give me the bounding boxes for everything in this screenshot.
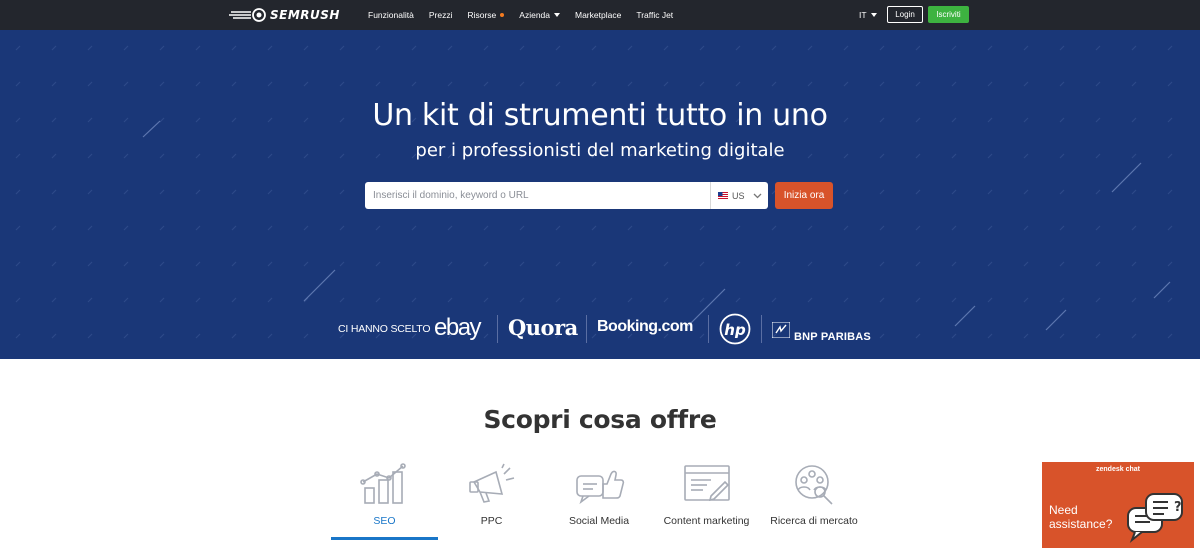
- language-selector[interactable]: IT: [859, 0, 877, 30]
- market-research-icon: [795, 465, 833, 505]
- logo-divider: [708, 315, 709, 343]
- booking-logo: Booking.com: [597, 318, 693, 335]
- chevron-down-icon: [753, 193, 761, 198]
- hp-logo-text: hp: [724, 321, 746, 339]
- active-tab-underline: [331, 537, 438, 540]
- login-button[interactable]: Login: [887, 6, 923, 23]
- hero-section: Un kit di strumenti tutto in uno per i p…: [0, 30, 1200, 359]
- signup-button[interactable]: Iscriviti: [928, 6, 969, 23]
- nav-item-prezzi[interactable]: Prezzi: [429, 10, 453, 20]
- client-logos: CI HANNO SCELTO ebay Quora Booking.com h…: [0, 313, 1200, 347]
- logo-divider: [761, 315, 762, 343]
- nav-item-traffic-jet[interactable]: Traffic Jet: [636, 10, 673, 20]
- logo-divider: [586, 315, 587, 343]
- domain-search-box: US: [365, 182, 768, 209]
- semrush-fireball-icon: [229, 8, 266, 22]
- chat-widget[interactable]: zendesk chat Need assistance? ?: [1042, 462, 1194, 548]
- nav-label: Azienda: [519, 10, 550, 20]
- hp-logo: hp: [719, 313, 751, 350]
- svg-text:?: ?: [1174, 500, 1182, 515]
- social-thumbs-up-icon: [576, 470, 625, 505]
- tab-market-research[interactable]: Ricerca di mercato: [760, 462, 868, 540]
- caret-down-icon: [554, 13, 560, 17]
- megaphone-icon: [468, 463, 514, 503]
- clients-label: CI HANNO SCELTO: [338, 323, 431, 335]
- bnp-stars-icon: [772, 322, 790, 338]
- logo-divider: [497, 315, 498, 343]
- section-title: Scopri cosa offre: [483, 405, 717, 434]
- top-navigation-bar: SEMRUSH Funzionalità Prezzi Risorse Azie…: [0, 0, 1200, 30]
- tab-content-marketing[interactable]: Content marketing: [653, 462, 760, 540]
- hp-logo-mark: hp: [719, 313, 751, 345]
- language-label: IT: [859, 10, 867, 20]
- logo-text: SEMRUSH: [270, 8, 340, 22]
- chat-bubbles-icon: ?: [1127, 493, 1183, 544]
- tab-ppc[interactable]: PPC: [438, 462, 545, 540]
- us-flag-icon: [718, 192, 728, 199]
- country-select[interactable]: US: [711, 182, 768, 209]
- tab-label: PPC: [480, 515, 503, 527]
- nav-item-funzionalita[interactable]: Funzionalità: [368, 10, 414, 20]
- nav-item-azienda[interactable]: Azienda: [519, 10, 560, 20]
- tab-label: Ricerca di mercato: [770, 515, 858, 527]
- nav-item-marketplace[interactable]: Marketplace: [575, 10, 621, 20]
- semrush-logo[interactable]: SEMRUSH: [229, 6, 340, 24]
- hero-title: Un kit di strumenti tutto in uno: [372, 98, 828, 133]
- quora-logo: Quora: [508, 315, 578, 340]
- tab-label: Social Media: [568, 515, 630, 527]
- new-dot-icon: [500, 13, 505, 17]
- chat-brand: zendesk chat: [1096, 466, 1140, 473]
- country-label: US: [732, 190, 745, 201]
- tab-label: Content marketing: [663, 515, 750, 527]
- bnp-paribas-logo: BNP PARIBAS: [772, 317, 871, 343]
- tab-social-media[interactable]: Social Media: [545, 462, 653, 540]
- hero-subtitle: per i professionisti del marketing digit…: [415, 140, 785, 161]
- seo-chart-icon: [359, 463, 406, 504]
- bnp-paribas-text: BNP PARIBAS: [794, 331, 871, 343]
- tab-label: SEO: [373, 515, 396, 527]
- caret-down-icon: [870, 13, 877, 17]
- nav-item-risorse[interactable]: Risorse: [467, 10, 505, 20]
- chat-text: Need assistance?: [1049, 503, 1113, 531]
- nav-label: Marketplace: [575, 10, 622, 20]
- start-now-button[interactable]: Inizia ora: [775, 182, 833, 209]
- nav-label: Funzionalità: [368, 10, 414, 20]
- ebay-logo: ebay: [434, 314, 482, 341]
- nav-label: Prezzi: [428, 10, 453, 20]
- nav-label: Traffic Jet: [636, 10, 674, 20]
- nav-label: Risorse: [467, 10, 497, 20]
- main-nav: Funzionalità Prezzi Risorse Azienda Mark…: [368, 0, 688, 30]
- domain-search-input[interactable]: [365, 182, 710, 209]
- content-edit-icon: [683, 465, 730, 502]
- tab-seo[interactable]: SEO: [331, 462, 438, 540]
